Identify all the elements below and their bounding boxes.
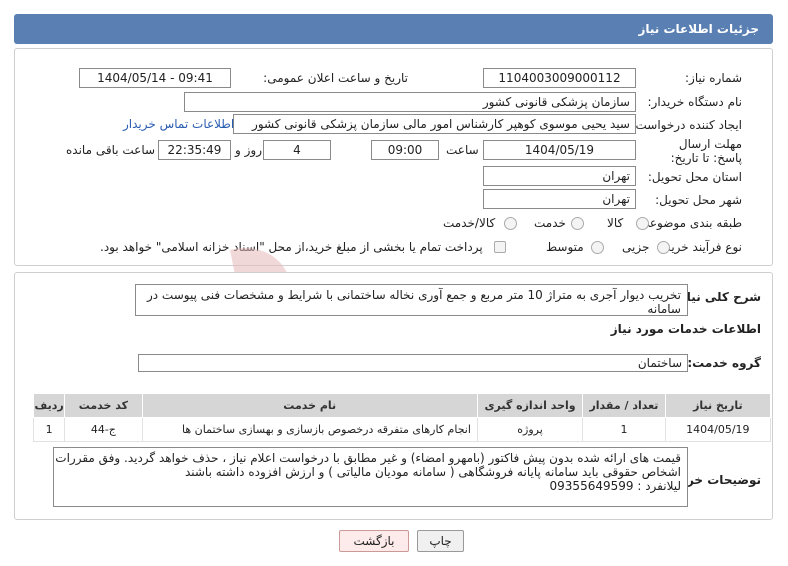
announce-field[interactable]: 1404/05/14 - 09:41 — [79, 68, 231, 88]
col-row: ردیف — [32, 393, 66, 418]
deadline-date-field[interactable]: 1404/05/19 — [483, 140, 636, 160]
category-radio-both[interactable] — [504, 217, 517, 230]
col-code: کد خدمت — [64, 393, 143, 418]
need-number-field[interactable]: 1104003009000112 — [483, 68, 636, 88]
deadline-label: مهلت ارسال پاسخ: تا تاریخ: — [670, 137, 742, 165]
buyer-note-line: قیمت های ارائه شده بدون پیش فاکتور (بامه… — [55, 451, 681, 465]
col-date: تاریخ نیاز — [664, 393, 772, 418]
buyer-note-line: لیلانفرد : 09355649599 — [549, 479, 681, 493]
buyer-note-line: اشخاص حقوقی باید سامانه پایانه فروشگاهی … — [184, 465, 681, 479]
category-label: طبقه بندی موضوعی: — [635, 216, 742, 230]
days-label: روز و — [235, 143, 262, 157]
cell-code: ج-44 — [64, 417, 143, 442]
cell-qty: 1 — [582, 417, 666, 442]
print-button[interactable]: چاپ — [417, 530, 464, 552]
col-name: نام خدمت — [141, 393, 478, 418]
process-radio-medium[interactable] — [591, 241, 604, 254]
days-field[interactable]: 4 — [263, 140, 331, 160]
city-field[interactable]: تهران — [483, 189, 636, 209]
buyer-org-label: نام دستگاه خریدار: — [647, 95, 743, 109]
col-qty: تعداد / مقدار — [582, 393, 666, 418]
category-option-both: کالا/خدمت — [443, 216, 496, 230]
category-option-service: خدمت — [534, 216, 566, 230]
process-option-medium: متوسط — [546, 240, 584, 254]
summary-textarea[interactable]: تخریب دیوار آجری به متراژ 10 متر مربع و … — [135, 284, 688, 316]
services-table-header: ردیف کد خدمت نام خدمت واحد اندازه گیری ت… — [32, 393, 772, 418]
creator-field[interactable]: سید یحیی موسوی کوهپر کارشناس امور مالی س… — [233, 114, 636, 134]
deadline-time-label: ساعت — [446, 143, 479, 157]
deadline-time-field[interactable]: 09:00 — [371, 140, 439, 160]
province-field[interactable]: تهران — [483, 166, 636, 186]
category-radio-goods[interactable] — [636, 217, 649, 230]
back-button[interactable]: بازگشت — [339, 530, 409, 552]
process-radio-minor[interactable] — [657, 241, 670, 254]
buyer-notes-textarea[interactable]: قیمت های ارائه شده بدون پیش فاکتور (بامه… — [53, 447, 688, 507]
announce-label: تاریخ و ساعت اعلان عمومی: — [263, 71, 408, 85]
cell-date: 1404/05/19 — [664, 417, 772, 442]
cell-row: 1 — [32, 417, 66, 442]
city-label: شهر محل تحویل: — [655, 193, 742, 207]
page-title: جزئیات اطلاعات نیاز — [638, 22, 759, 36]
page-header: جزئیات اطلاعات نیاز — [14, 14, 773, 44]
creator-label: ایجاد کننده درخواست: — [631, 118, 742, 132]
treasury-note: پرداخت تمام یا بخشی از مبلغ خرید،از محل … — [100, 240, 483, 254]
col-unit: واحد اندازه گیری — [476, 393, 584, 418]
services-table: ردیف کد خدمت نام خدمت واحد اندازه گیری ت… — [32, 393, 772, 442]
need-number-label: شماره نیاز: — [685, 71, 742, 85]
category-option-goods: کالا — [607, 216, 624, 230]
service-group-label: گروه خدمت: — [687, 356, 761, 370]
remaining-label: ساعت باقی مانده — [66, 143, 156, 157]
cell-name: انجام کارهای متفرقه درخصوص بازسازی و بهس… — [141, 417, 478, 442]
services-title: اطلاعات خدمات مورد نیاز — [610, 322, 761, 336]
table-row[interactable]: 1 ج-44 انجام کارهای متفرقه درخصوص بازساز… — [32, 417, 772, 442]
cell-unit: پروژه — [476, 417, 584, 442]
province-label: استان محل تحویل: — [647, 170, 742, 184]
service-group-field[interactable]: ساختمان — [138, 354, 688, 372]
category-radio-service[interactable] — [571, 217, 584, 230]
process-option-minor: جزیی — [622, 240, 650, 254]
buyer-org-field[interactable]: سازمان پزشکی قانونی کشور — [184, 92, 636, 112]
buyer-contact-link[interactable]: اطلاعات تماس خریدار — [123, 117, 234, 131]
treasury-checkbox[interactable] — [494, 241, 506, 253]
remaining-field[interactable]: 22:35:49 — [158, 140, 231, 160]
